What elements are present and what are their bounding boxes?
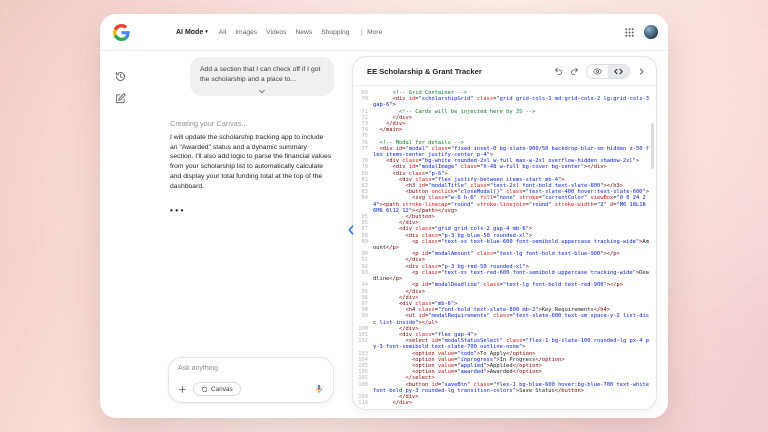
nav-news[interactable]: News [295, 29, 312, 36]
ask-input-box[interactable]: Canvas [168, 357, 334, 403]
apps-grid-icon[interactable] [624, 27, 635, 38]
redo-icon[interactable] [570, 67, 579, 76]
composer-toolbar: Canvas [178, 382, 324, 396]
nav-shopping[interactable]: Shopping [321, 29, 349, 36]
canvas-chip[interactable]: Canvas [193, 382, 241, 396]
google-search-window: AI Mode ▾ All Images Videos News Shoppin… [100, 14, 668, 418]
undo-icon[interactable] [554, 67, 563, 76]
code-line: 84 <svg class="w-6 h-6" fill="none" stro… [357, 195, 650, 214]
chevron-down-icon: ▾ [205, 29, 208, 35]
code-editor[interactable]: 69 <!-- Grid Container -->70 <div id="sc… [353, 87, 656, 409]
mic-icon[interactable] [314, 384, 324, 394]
chevron-right-icon[interactable] [637, 67, 646, 76]
ai-mode-label: AI Mode [176, 29, 203, 36]
plus-icon[interactable] [178, 385, 187, 394]
chevron-left-icon [347, 225, 355, 235]
scrollbar[interactable] [651, 123, 654, 169]
top-bar: AI Mode ▾ All Images Videos News Shoppin… [100, 14, 668, 51]
canvas-panel-header: EE Scholarship & Grant Tracker [353, 57, 656, 86]
status-text: Creating your Canvas... [170, 119, 248, 128]
topbar-right [624, 25, 658, 39]
code-line: 89 <p class="text-xs text-blue-600 font-… [357, 239, 650, 251]
chevron-down-icon[interactable] [258, 87, 266, 95]
avatar[interactable] [644, 25, 658, 39]
nav-more[interactable]: ⋮ More [358, 28, 382, 36]
google-logo[interactable] [113, 24, 130, 41]
left-rail [108, 70, 132, 105]
code-toggle-button[interactable] [608, 65, 629, 78]
chat-column: Add a section that I can check off if I … [168, 51, 334, 418]
assistant-response: I will update the scholarship tracking a… [170, 133, 332, 191]
history-icon[interactable] [114, 70, 127, 83]
nav-images[interactable]: Images [235, 29, 257, 36]
code-line: 70 <div id="scholarshipGrid" class="grid… [357, 96, 650, 108]
canvas-chip-label: Canvas [211, 386, 233, 393]
code-lines: 69 <!-- Grid Container -->70 <div id="sc… [357, 90, 650, 406]
code-line: 110 </div> [357, 400, 650, 406]
loading-indicator: ••• [170, 206, 186, 215]
nav-all[interactable]: All [219, 29, 226, 36]
code-icon [614, 67, 623, 76]
user-message-card[interactable]: Add a section that I can check off if I … [190, 57, 334, 96]
user-message-text: Add a section that I can check off if I … [200, 65, 324, 84]
more-icon: ⋮ [358, 28, 365, 36]
code-line: 77 <div id="modal" class="fixed inset-0 … [357, 146, 650, 158]
nav-videos[interactable]: Videos [266, 29, 286, 36]
code-line: 102 <select id="modalStatusSelect" class… [357, 338, 650, 350]
view-toggle [586, 64, 630, 79]
canvas-panel: EE Scholarship & Grant Tracker [352, 56, 657, 410]
preview-toggle-button[interactable] [587, 65, 608, 78]
code-line: 99 <ul id="modalRequirements" class="tex… [357, 313, 650, 325]
canvas-title: EE Scholarship & Grant Tracker [367, 67, 482, 76]
ask-input[interactable] [178, 365, 324, 372]
panel-collapse-handle[interactable] [347, 225, 355, 235]
eye-icon [593, 67, 602, 76]
nav-more-label: More [367, 29, 382, 36]
compose-icon[interactable] [114, 92, 127, 105]
canvas-actions [554, 64, 646, 79]
code-line: 93 <p class="text-xs text-red-600 font-s… [357, 270, 650, 282]
code-line: 108 <button id="saveBtn" class="flex-1 b… [357, 382, 650, 394]
search-nav: All Images Videos News Shopping ⋮ More [219, 28, 383, 36]
tab-ai-mode[interactable]: AI Mode ▾ [176, 29, 208, 36]
canvas-loop-icon [201, 386, 208, 393]
